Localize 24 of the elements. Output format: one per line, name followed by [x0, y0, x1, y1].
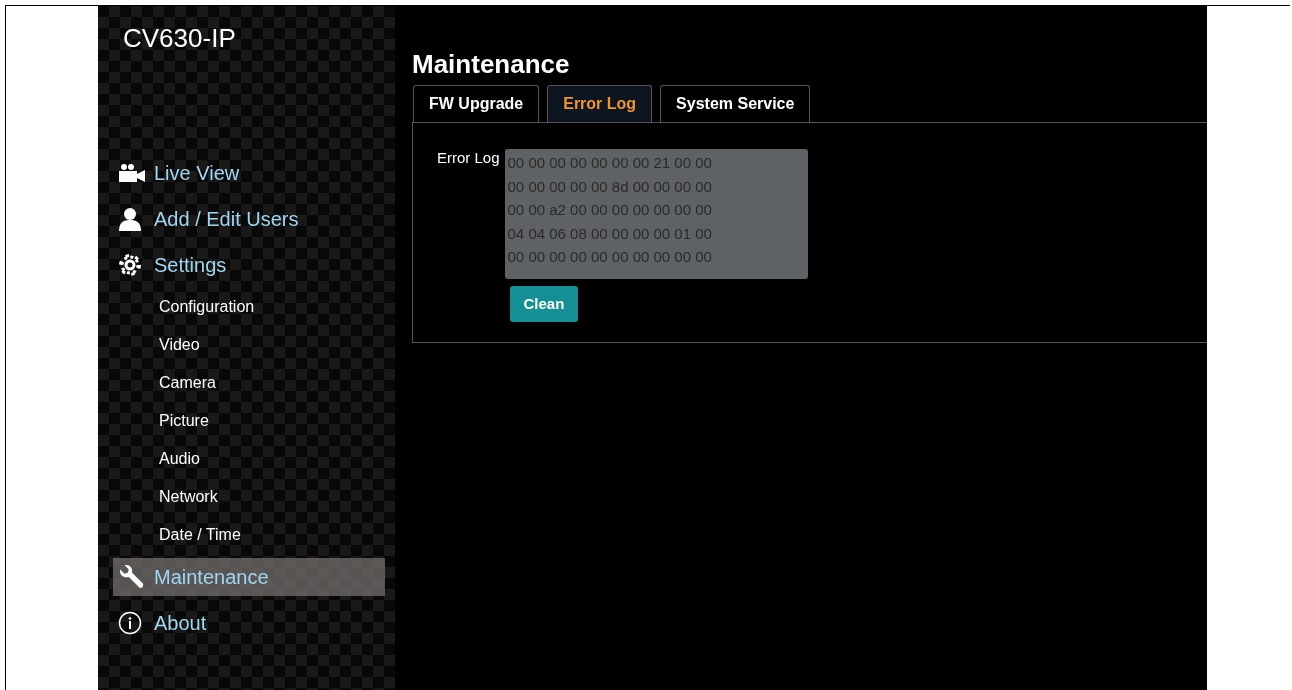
nav-subitem[interactable]: Picture: [159, 402, 209, 440]
info-icon: [118, 611, 142, 635]
nav-subitem[interactable]: Video: [159, 326, 200, 364]
nav-subitem[interactable]: Network: [159, 478, 218, 516]
tab[interactable]: Error Log: [547, 85, 653, 122]
nav-subitem[interactable]: Configuration: [159, 288, 255, 326]
tab[interactable]: FW Upgrade: [413, 85, 540, 122]
field-label: Error Log: [437, 148, 500, 168]
page-title: Maintenance: [412, 51, 570, 77]
wrench-icon: [118, 564, 144, 590]
video-camera-icon: [118, 163, 146, 183]
settings-icon: [118, 253, 142, 277]
nav-item[interactable]: Add / Edit Users: [113, 200, 385, 238]
nav-subitem[interactable]: Camera: [159, 364, 216, 402]
clean-button[interactable]: Clean: [509, 286, 579, 322]
nav-item[interactable]: Settings: [113, 246, 385, 284]
nav-item[interactable]: Maintenance: [113, 558, 385, 596]
tab[interactable]: System Service: [660, 85, 811, 122]
nav-subitem[interactable]: Date / Time: [159, 516, 241, 554]
nav-item[interactable]: About: [113, 604, 385, 642]
nav-subitem[interactable]: Audio: [159, 440, 200, 478]
brand-title: CV630-IP: [123, 25, 236, 51]
user-icon: [118, 207, 142, 231]
nav-item[interactable]: Live View: [113, 154, 385, 192]
